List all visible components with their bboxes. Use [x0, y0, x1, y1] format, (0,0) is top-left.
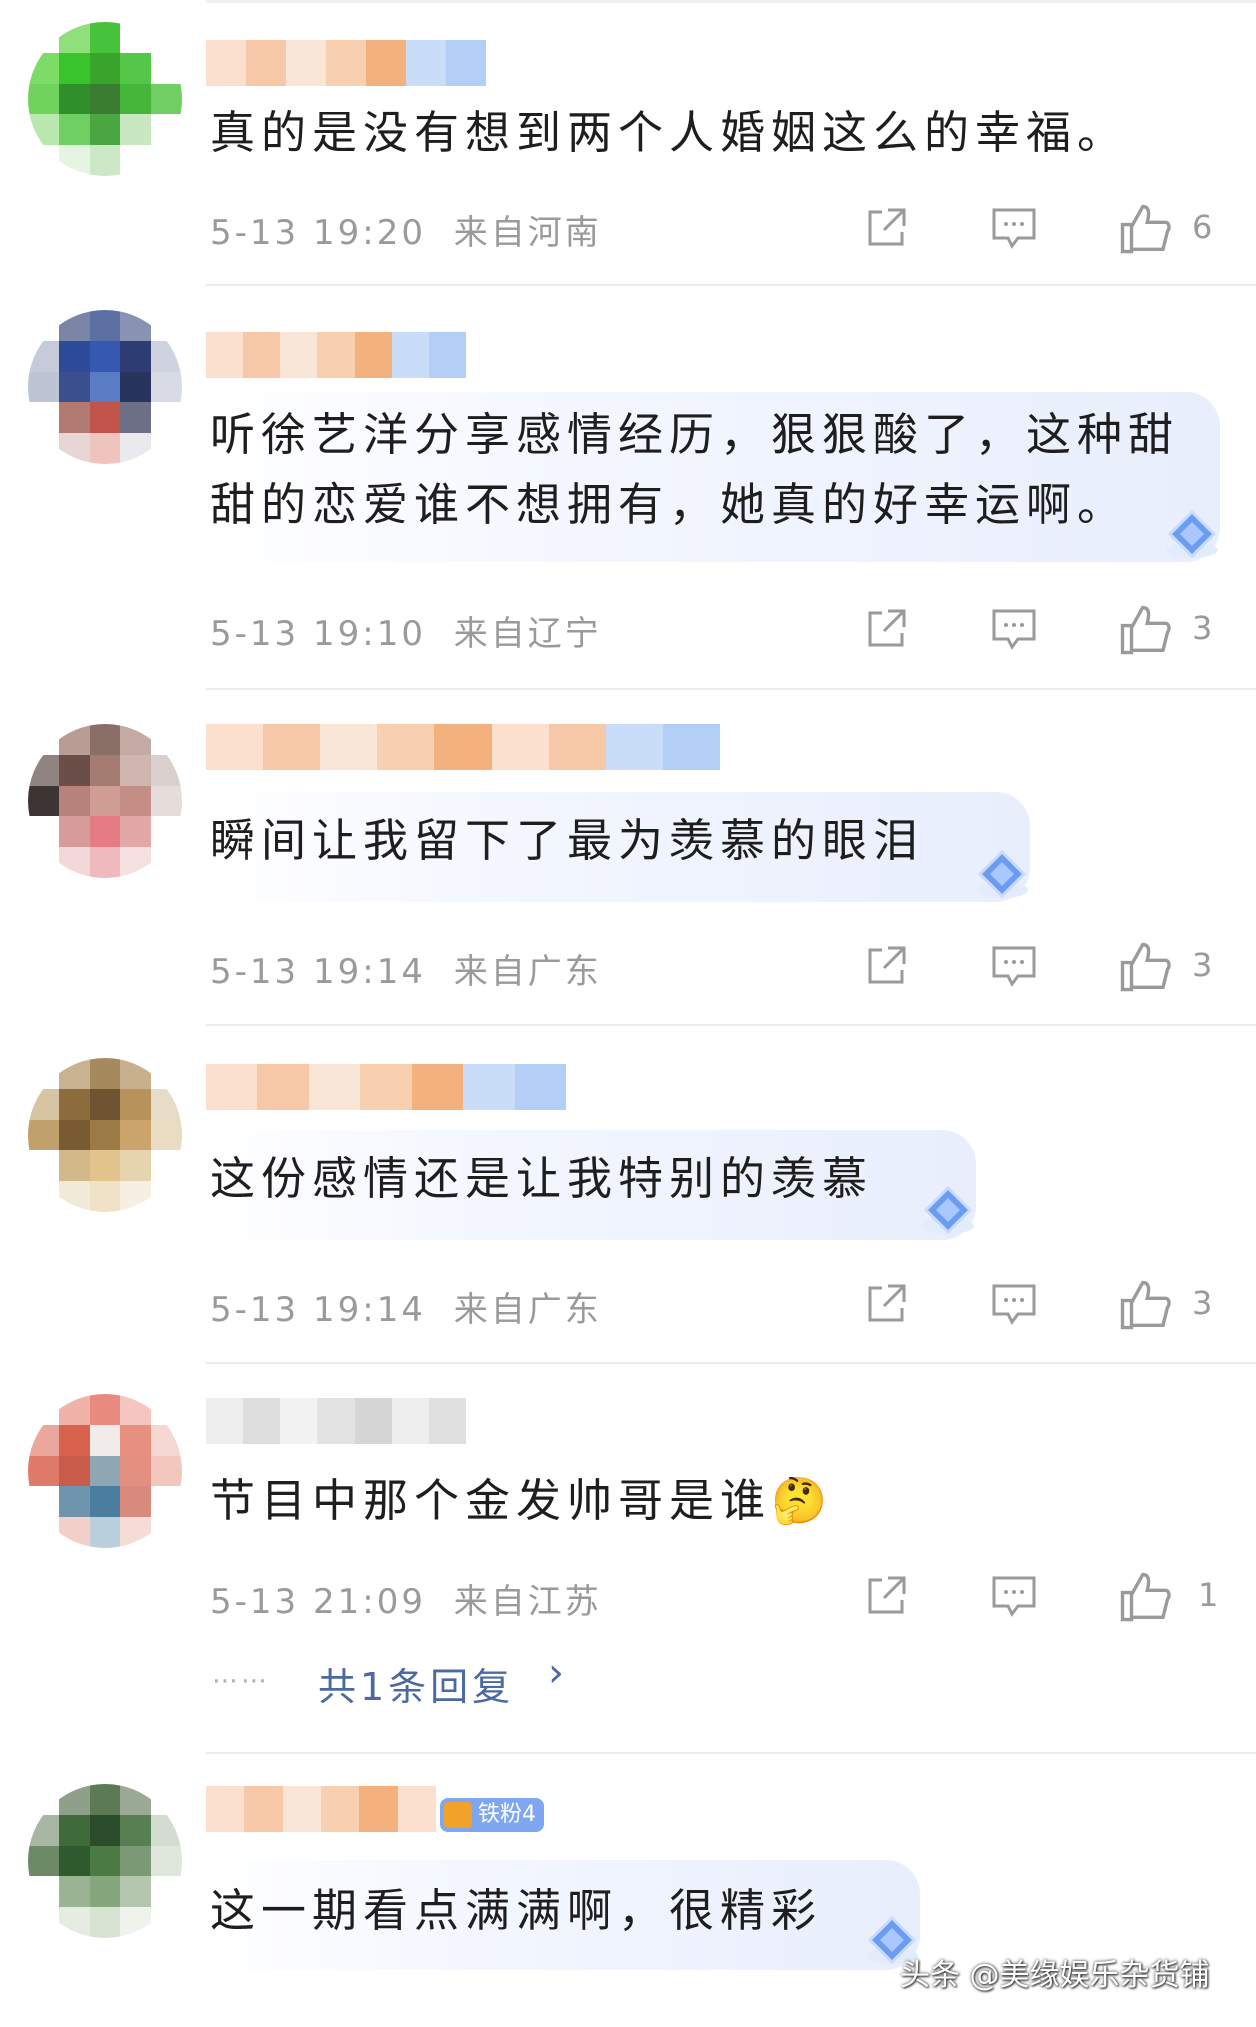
divider: [206, 1024, 1256, 1026]
avatar[interactable]: [28, 310, 182, 464]
reply-dots: ⋯⋯: [212, 1666, 270, 1696]
comment-meta: 5-13 19:14 来自广东: [210, 944, 602, 993]
like-count: 1: [1198, 1576, 1219, 1614]
divider: [206, 1752, 1256, 1754]
comment-icon[interactable]: [990, 605, 1038, 653]
diamond-icon: [1166, 509, 1218, 559]
comment-icon[interactable]: [990, 1572, 1038, 1620]
comment-time: 5-13 19:10: [210, 614, 426, 654]
comment-location: 来自辽宁: [453, 614, 602, 654]
fan-badge: 铁粉4: [440, 1798, 544, 1832]
comment-icon[interactable]: [990, 1280, 1038, 1328]
avatar[interactable]: [28, 22, 182, 176]
avatar[interactable]: [28, 724, 182, 878]
comment-time: 5-13 19:14: [210, 1290, 426, 1330]
watermark: 头条 @美缘娱乐杂货铺: [900, 1958, 1210, 1993]
like-count: 6: [1192, 208, 1213, 246]
share-icon[interactable]: [862, 1572, 910, 1620]
share-icon[interactable]: [862, 204, 910, 252]
share-icon[interactable]: [862, 605, 910, 653]
username[interactable]: [206, 1064, 566, 1110]
share-icon[interactable]: [862, 942, 910, 990]
username[interactable]: [206, 1398, 466, 1444]
avatar[interactable]: [28, 1058, 182, 1212]
comment-location: 来自广东: [453, 1290, 602, 1330]
comment-location: 来自河南: [453, 213, 602, 253]
share-icon[interactable]: [862, 1280, 910, 1328]
comment-time: 5-13 19:20: [210, 213, 426, 253]
fan-badge-icon: [444, 1802, 472, 1828]
username[interactable]: [206, 724, 720, 770]
comment-meta: 5-13 19:20 来自河南: [210, 205, 602, 254]
thumbs-up-icon[interactable]: [1118, 1278, 1172, 1332]
like-count: 3: [1192, 609, 1213, 647]
like-count: 3: [1192, 1284, 1213, 1322]
view-replies-link[interactable]: 共1条回复: [318, 1656, 514, 1711]
avatar[interactable]: [28, 1394, 182, 1548]
comment-location: 来自广东: [453, 952, 602, 992]
diamond-icon: [976, 849, 1028, 899]
comment-text: 节目中那个金发帅哥是谁🤔: [210, 1474, 834, 1527]
comment-meta: 5-13 21:09 来自江苏: [210, 1574, 602, 1623]
divider: [206, 1362, 1256, 1364]
divider: [206, 688, 1256, 690]
fan-badge-label: 铁粉4: [478, 1802, 536, 1827]
comment-text: 这一期看点满满啊，很精彩: [210, 1884, 823, 1937]
comment-meta: 5-13 19:14 来自广东: [210, 1282, 602, 1331]
thumbs-up-icon[interactable]: [1118, 940, 1172, 994]
chevron-right-icon[interactable]: ›: [548, 1650, 564, 1696]
comment-text: 听徐艺洋分享感情经历，狠狠酸了，这种甜甜的恋爱谁不想拥有，她真的好幸运啊。: [210, 408, 1180, 531]
like-count: 3: [1192, 946, 1213, 984]
divider: [206, 284, 1256, 286]
username[interactable]: [206, 40, 486, 86]
comment-icon[interactable]: [990, 942, 1038, 990]
username[interactable]: [206, 332, 466, 378]
diamond-icon: [922, 1185, 974, 1235]
comment-location: 来自江苏: [453, 1582, 602, 1622]
comment-time: 5-13 19:14: [210, 952, 426, 992]
comment-text: 真的是没有想到两个人婚姻这么的幸福。: [210, 106, 1129, 159]
top-divider: [206, 0, 1256, 3]
comment-time: 5-13 21:09: [210, 1582, 426, 1622]
avatar[interactable]: [28, 1784, 182, 1938]
username[interactable]: [206, 1786, 436, 1832]
comment-icon[interactable]: [990, 204, 1038, 252]
thumbs-up-icon[interactable]: [1118, 202, 1172, 256]
thumbs-up-icon[interactable]: [1118, 603, 1172, 657]
comment-meta: 5-13 19:10 来自辽宁: [210, 606, 602, 655]
thumbs-up-icon[interactable]: [1118, 1570, 1172, 1624]
